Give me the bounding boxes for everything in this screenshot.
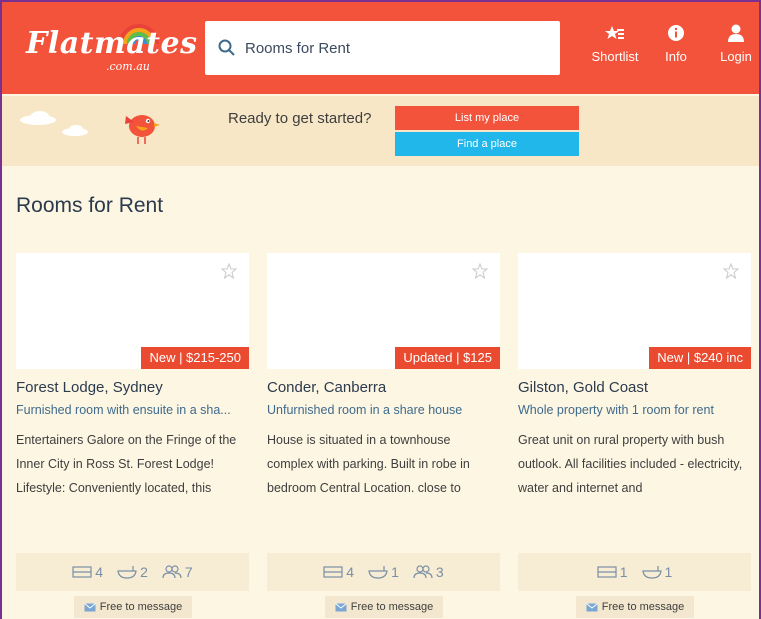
listing-image[interactable]: New | $240 inc (518, 253, 751, 369)
message-label: Free to message (350, 601, 434, 613)
nav-login-label: Login (720, 49, 752, 64)
cloud-icon (62, 125, 88, 136)
listing-features: 4 2 7 (16, 553, 249, 591)
find-a-place-button[interactable]: Find a place (395, 132, 579, 156)
listing-card[interactable]: New | $215-250 Forest Lodge, Sydney Furn… (16, 253, 249, 619)
logo-subtext: .com.au (106, 60, 150, 73)
flatmates-value: 7 (184, 564, 193, 580)
bathrooms-value: 1 (664, 564, 673, 580)
price-badge: New | $215-250 (141, 347, 249, 369)
search-icon (218, 39, 235, 56)
listing-image[interactable]: New | $215-250 (16, 253, 249, 369)
nav-shortlist[interactable]: Shortlist (585, 24, 645, 74)
nav-info-label: Info (665, 49, 687, 64)
message-label: Free to message (601, 601, 685, 613)
nav-shortlist-label: Shortlist (591, 49, 639, 64)
bed-icon (72, 566, 92, 578)
bedrooms-value: 1 (619, 564, 628, 580)
listing-location[interactable]: Forest Lodge, Sydney (16, 379, 163, 396)
cloud-icon (20, 111, 56, 125)
bedrooms-value: 4 (346, 564, 355, 580)
list-my-place-button[interactable]: List my place (395, 106, 579, 130)
free-to-message-button[interactable]: Free to message (325, 596, 443, 618)
bed-icon (597, 566, 617, 578)
listing-card[interactable]: Updated | $125 Conder, Canberra Unfurnis… (267, 253, 500, 619)
listing-card[interactable]: New | $240 inc Gilston, Gold Coast Whole… (518, 253, 751, 619)
listing-description: Entertainers Galore on the Fringe of the… (16, 433, 237, 495)
banner-question: Ready to get started? (228, 110, 372, 127)
page-title: Rooms for Rent (16, 194, 164, 217)
bedrooms-count: 4 (323, 564, 354, 580)
bath-icon (368, 566, 388, 579)
listing-image[interactable]: Updated | $125 (267, 253, 500, 369)
bath-icon (641, 566, 662, 579)
flatmates-count: 3 (413, 564, 444, 580)
bedrooms-count: 4 (72, 564, 103, 580)
nav-info[interactable]: Info (646, 24, 706, 74)
search-bar[interactable]: Rooms for Rent (205, 21, 560, 75)
price-badge: New | $240 inc (649, 347, 751, 369)
price-badge: Updated | $125 (395, 347, 500, 369)
bathrooms-count: 1 (368, 564, 399, 580)
shortlist-star-icon[interactable] (723, 263, 739, 279)
people-icon (162, 565, 182, 579)
bathrooms-count: 1 (641, 564, 673, 580)
mail-icon (83, 602, 96, 611)
listing-description: House is situated in a townhouse complex… (267, 433, 470, 495)
bedrooms-count: 1 (597, 564, 628, 580)
free-to-message-button[interactable]: Free to message (576, 596, 694, 618)
top-navigation-bar: Flatmates .com.au Rooms for Rent Shortli… (2, 0, 759, 94)
user-icon (728, 24, 744, 42)
shortlist-star-icon[interactable] (221, 263, 237, 279)
listing-location[interactable]: Gilston, Gold Coast (518, 379, 648, 396)
bath-icon (117, 566, 137, 579)
flatmates-count: 7 (162, 564, 193, 580)
listing-features: 4 1 3 (267, 553, 500, 591)
free-to-message-button[interactable]: Free to message (74, 596, 192, 618)
listing-type: Whole property with 1 room for rent (518, 403, 714, 417)
bathrooms-count: 2 (117, 564, 148, 580)
get-started-banner: Ready to get started? List my place Find… (2, 96, 759, 166)
people-icon (413, 565, 433, 579)
flatmates-logo[interactable]: Flatmates .com.au (26, 20, 197, 78)
bedrooms-value: 4 (95, 564, 104, 580)
mail-icon (334, 602, 347, 611)
info-icon (668, 25, 684, 41)
mail-icon (585, 602, 598, 611)
listing-location[interactable]: Conder, Canberra (267, 379, 386, 396)
shortlist-star-icon[interactable] (472, 263, 488, 279)
bathrooms-value: 2 (140, 564, 148, 580)
logo-text: Flatmates (26, 26, 198, 61)
search-input-text[interactable]: Rooms for Rent (245, 40, 350, 57)
listing-type: Furnished room with ensuite in a sha... (16, 403, 231, 417)
message-label: Free to message (99, 601, 183, 613)
bird-mascot-icon (125, 115, 160, 144)
listing-features: 1 1 (518, 553, 751, 591)
listing-type: Unfurnished room in a share house (267, 403, 463, 417)
bed-icon (323, 566, 343, 578)
nav-login[interactable]: Login (706, 24, 761, 74)
bathrooms-value: 1 (391, 564, 399, 580)
flatmates-value: 3 (435, 564, 444, 580)
shortlist-star-icon (605, 26, 624, 39)
listing-description: Great unit on rural property with bush o… (518, 433, 743, 495)
